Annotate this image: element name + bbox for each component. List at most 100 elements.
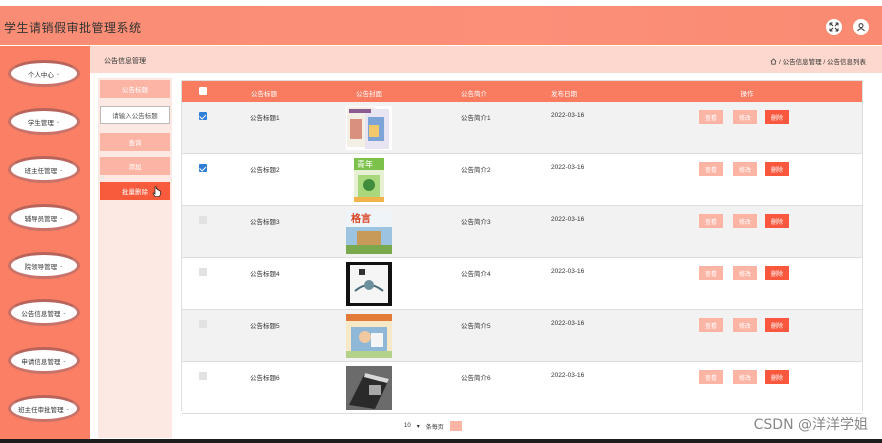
sidebar-item-counselors[interactable]: 辅导员管理 ⌄ <box>8 204 80 231</box>
search-panel: 公告标题 请输入公告标题 查询 添加 批量删除 <box>98 78 172 438</box>
breadcrumb-bar: 公告信息管理 / 公告信息管理 / 公告信息列表 <box>90 46 882 73</box>
sidebar-item-label: 班主任管理 <box>24 167 58 175</box>
sidebar-item-head-teacher-approval[interactable]: 班主任审批管理 ⌄ <box>8 395 80 422</box>
sidebar-item-label: 公告信息管理 <box>21 310 61 318</box>
delete-button[interactable]: 删除 <box>765 110 789 124</box>
chevron-down-icon: ⌄ <box>59 214 64 221</box>
view-button[interactable]: 查看 <box>699 110 723 124</box>
edit-button[interactable]: 修改 <box>733 162 757 176</box>
view-button[interactable]: 查看 <box>699 266 723 280</box>
view-button[interactable]: 查看 <box>699 162 723 176</box>
table-row: 公告标题6 公告简介6 2022-03-16 查看 修改 删除 <box>182 362 862 414</box>
row-checkbox[interactable] <box>199 164 207 172</box>
sidebar: 个人中心 ⌄ 学生管理 ⌄ 班主任管理 ⌄ 辅导员管理 ⌄ 院领导管理 ⌄ 公告信息管理 ⌄… <box>0 46 90 443</box>
page-size-value[interactable]: 10 <box>404 423 411 429</box>
home-icon[interactable] <box>770 57 777 65</box>
fullscreen-button[interactable] <box>826 19 842 35</box>
row-title: 公告标题5 <box>250 323 280 330</box>
sidebar-item-students[interactable]: 学生管理 ⌄ <box>8 108 80 135</box>
sidebar-item-personal-center[interactable]: 个人中心 ⌄ <box>8 60 80 87</box>
row-checkbox[interactable] <box>199 320 207 328</box>
pointer-cursor-icon <box>152 186 161 197</box>
row-date: 2022-03-16 <box>551 372 585 379</box>
table-row: 公告标题4 公告简介4 2022-03-16 查看 修改 删除 <box>182 258 862 310</box>
view-button[interactable]: 查看 <box>699 214 723 228</box>
cover-image <box>346 106 392 150</box>
table-row: 公告标题3 格言 公告简介3 2022-03-16 查看 修改 删除 <box>182 206 862 258</box>
edit-button[interactable]: 修改 <box>733 370 757 384</box>
announcement-table: 公告标题 公告封面 公告简介 发布日期 操作 公告标题1 公告简介1 2022-… <box>181 80 863 414</box>
row-title: 公告标题4 <box>250 271 280 278</box>
breadcrumb-path[interactable]: / 公告信息管理 / 公告信息列表 <box>779 56 866 66</box>
view-button[interactable]: 查看 <box>699 370 723 384</box>
row-title: 公告标题6 <box>250 375 280 382</box>
chevron-down-icon: ⌄ <box>59 262 64 269</box>
page-title: 公告信息管理 <box>104 58 146 65</box>
chevron-down-icon: ⌄ <box>55 118 61 125</box>
row-title: 公告标题1 <box>250 115 280 122</box>
row-summary: 公告简介6 <box>461 375 491 382</box>
expand-icon <box>829 22 839 32</box>
table-row: 公告标题2 青年 公告简介2 2022-03-16 查看 修改 删除 <box>182 154 862 206</box>
title-search-input[interactable]: 请输入公告标题 <box>100 106 170 124</box>
column-header-summary: 公告简介 <box>461 91 487 98</box>
watermark: CSDN @洋洋学姐 <box>753 417 868 433</box>
sidebar-item-announcements[interactable]: 公告信息管理 ⌄ <box>8 299 80 326</box>
row-summary: 公告简介3 <box>461 219 491 226</box>
sidebar-item-label: 申请信息管理 <box>21 358 61 366</box>
row-date: 2022-03-16 <box>551 268 585 275</box>
sidebar-item-college-leaders[interactable]: 院领导管理 ⌄ <box>8 252 80 279</box>
user-menu-button[interactable] <box>853 19 869 35</box>
user-icon <box>857 23 865 32</box>
chevron-down-icon[interactable]: ▾ <box>417 423 420 430</box>
row-checkbox[interactable] <box>199 112 207 120</box>
sidebar-item-head-teachers[interactable]: 班主任管理 ⌄ <box>8 156 80 183</box>
sidebar-item-applications[interactable]: 申请信息管理 ⌄ <box>8 347 80 374</box>
column-header-date[interactable]: 发布日期 <box>537 88 591 98</box>
edit-button[interactable]: 修改 <box>733 266 757 280</box>
title-field-label: 公告标题 <box>100 80 170 98</box>
edit-button[interactable]: 修改 <box>733 110 757 124</box>
edit-button[interactable]: 修改 <box>733 318 757 332</box>
sidebar-item-label: 个人中心 <box>27 71 54 79</box>
pagination: 10 ▾ 条每页 <box>404 421 462 431</box>
delete-button[interactable]: 删除 <box>765 318 789 332</box>
chevron-down-icon: ⌄ <box>55 70 61 77</box>
edit-button[interactable]: 修改 <box>733 214 757 228</box>
row-summary: 公告简介1 <box>461 115 491 122</box>
delete-button[interactable]: 删除 <box>765 266 789 280</box>
breadcrumb: / 公告信息管理 / 公告信息列表 <box>770 56 866 66</box>
row-summary: 公告简介4 <box>461 271 491 278</box>
page-number-button[interactable] <box>449 421 462 431</box>
page-size-label: 条每页 <box>425 424 444 431</box>
table-header: 公告标题 公告封面 公告简介 发布日期 操作 <box>182 81 862 102</box>
table-row: 公告标题1 公告简介1 2022-03-16 查看 修改 删除 <box>182 102 862 154</box>
app-title: 学生请销假审批管理系统 <box>4 21 142 35</box>
cover-image <box>346 314 392 358</box>
row-checkbox[interactable] <box>199 268 207 276</box>
row-checkbox[interactable] <box>199 216 207 224</box>
main-content: 公告信息管理 / 公告信息管理 / 公告信息列表 公告标题 请输入公告标题 查询… <box>90 46 882 443</box>
chevron-down-icon: ⌄ <box>62 357 67 364</box>
row-date: 2022-03-16 <box>551 112 585 119</box>
add-button[interactable]: 添加 <box>100 157 170 175</box>
view-button[interactable]: 查看 <box>699 318 723 332</box>
table-row: 公告标题5 公告简介5 2022-03-16 查看 修改 删除 <box>182 310 862 362</box>
window-bottom-edge <box>0 439 882 443</box>
column-header-title[interactable]: 公告标题 <box>237 88 291 98</box>
row-checkbox[interactable] <box>199 372 207 380</box>
row-title: 公告标题3 <box>250 219 280 226</box>
chevron-down-icon: ⌄ <box>59 166 64 173</box>
cover-image <box>346 366 392 410</box>
delete-button[interactable]: 删除 <box>765 370 789 384</box>
row-summary: 公告简介5 <box>461 323 491 330</box>
delete-button[interactable]: 删除 <box>765 162 789 176</box>
sidebar-item-label: 班主任审批管理 <box>18 406 64 414</box>
row-date: 2022-03-16 <box>551 164 585 171</box>
cover-text: 格言 <box>351 212 371 225</box>
sidebar-item-label: 院领导管理 <box>24 263 58 271</box>
select-all-checkbox[interactable] <box>199 87 207 95</box>
row-title: 公告标题2 <box>250 167 280 174</box>
delete-button[interactable]: 删除 <box>765 214 789 228</box>
search-button[interactable]: 查询 <box>100 133 170 151</box>
